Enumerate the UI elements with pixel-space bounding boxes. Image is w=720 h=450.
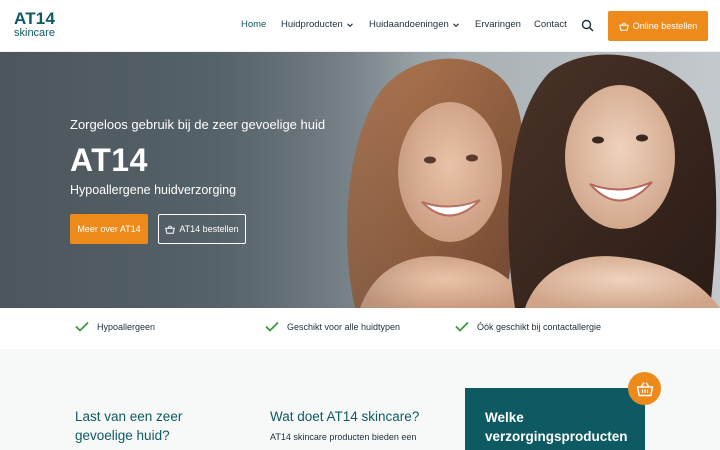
nav-huidaandoeningen[interactable]: Huidaandoeningen <box>369 19 460 30</box>
logo[interactable]: AT14 skincare <box>14 10 55 39</box>
nav-huidproducten-label: Huidproducten <box>281 19 343 30</box>
basket-badge[interactable] <box>628 372 661 405</box>
nav-huidproducten[interactable]: Huidproducten <box>281 19 354 30</box>
basket-icon <box>636 381 653 396</box>
nav-ervaringen-label: Ervaringen <box>475 19 521 30</box>
more-about-label: Meer over AT14 <box>77 224 141 234</box>
usp-label: Óók geschikt bij contactallergie <box>477 321 602 332</box>
nav-contact[interactable]: Contact <box>534 19 567 30</box>
site-header: AT14 skincare Home Huidproducten Huidaan… <box>0 0 720 52</box>
product-finder-card[interactable]: Welke verzorgingsproducten <box>465 388 645 450</box>
online-order-label: Online bestellen <box>632 21 698 31</box>
chevron-down-icon <box>452 22 459 27</box>
sensitive-skin-heading: Last van een zeer gevoelige huid? <box>75 409 183 443</box>
check-icon <box>455 321 469 332</box>
check-icon <box>265 321 279 332</box>
order-at14-button[interactable]: AT14 bestellen <box>158 214 246 244</box>
check-icon <box>75 321 89 332</box>
nav-ervaringen[interactable]: Ervaringen <box>475 19 521 30</box>
basket-icon <box>165 225 176 234</box>
what-does-at14-text: AT14 skincare producten bieden een <box>270 432 417 442</box>
nav-huidaandoeningen-label: Huidaandoeningen <box>369 19 449 30</box>
usp-label: Geschikt voor alle huidtypen <box>287 321 401 332</box>
nav-contact-label: Contact <box>534 19 567 30</box>
hero-banner: Zorgeloos gebruik bij de zeer gevoelige … <box>0 52 720 308</box>
search-icon[interactable] <box>581 19 594 32</box>
usp-item: Hypoallergeen <box>75 321 155 332</box>
product-finder-title: Welke verzorgingsproducten <box>485 410 628 444</box>
nav-home-label: Home <box>241 19 267 30</box>
usp-item: Geschikt voor alle huidtypen <box>265 321 400 332</box>
logo-wordmark: AT14 <box>14 9 56 28</box>
hero-kicker: Zorgeloos gebruik bij de zeer gevoelige … <box>70 117 326 132</box>
order-at14-label: AT14 bestellen <box>179 224 239 234</box>
hero-overlay <box>0 52 420 308</box>
chevron-down-icon <box>346 22 353 27</box>
usp-item: Óók geschikt bij contactallergie <box>455 321 601 332</box>
usp-label: Hypoallergeen <box>97 321 156 332</box>
content-section: Last van een zeer gevoelige huid? Wat do… <box>0 349 720 450</box>
online-order-button[interactable]: Online bestellen <box>608 11 708 41</box>
hero-title: AT14 <box>70 142 148 178</box>
hero-subtitle: Hypoallergene huidverzorging <box>70 183 237 197</box>
logo-subtitle: skincare <box>14 27 55 39</box>
what-does-at14-heading: Wat doet AT14 skincare? <box>270 409 420 424</box>
nav-home[interactable]: Home <box>241 19 266 30</box>
basket-icon <box>618 22 629 31</box>
usp-bar: Hypoallergeen Geschikt voor alle huidtyp… <box>0 308 720 349</box>
more-about-button[interactable]: Meer over AT14 <box>70 214 148 244</box>
